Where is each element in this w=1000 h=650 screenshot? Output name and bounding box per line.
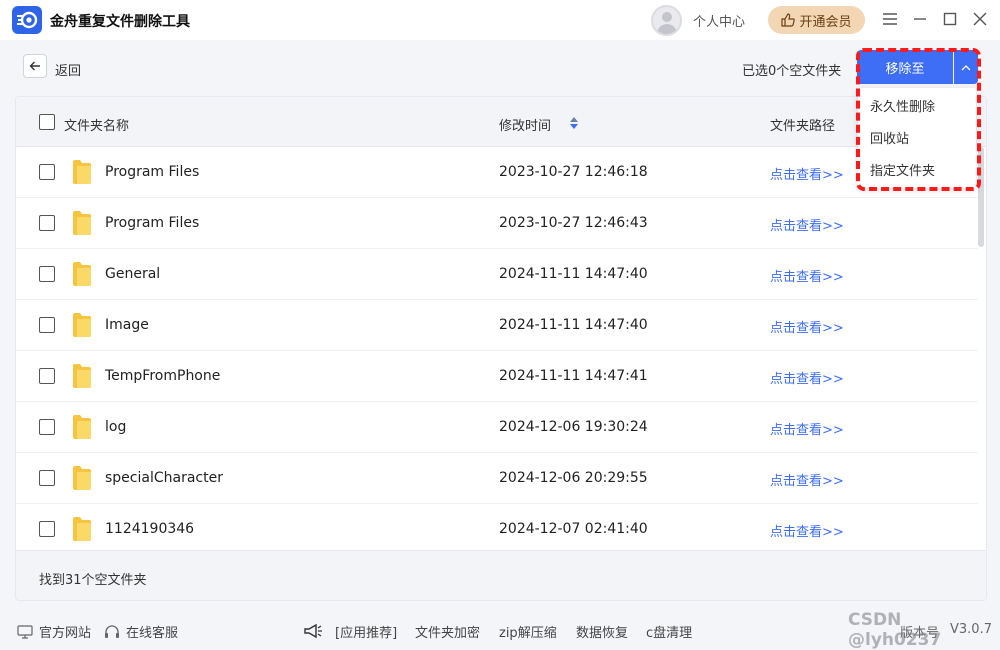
minimize-icon[interactable]: [911, 10, 929, 28]
arrow-left-icon: [29, 61, 40, 71]
link-zip-extract[interactable]: zip解压缩: [499, 622, 557, 641]
back-button[interactable]: [23, 54, 47, 78]
chevron-up-icon: [961, 64, 971, 70]
folder-icon: [73, 313, 91, 337]
view-path-link[interactable]: 点击查看>>: [770, 317, 844, 336]
table-row[interactable]: 1124190346 2024-12-07 02:41:40 点击查看>>: [16, 504, 978, 555]
modified-time: 2024-11-11 14:47:41: [499, 368, 648, 384]
table-row[interactable]: TempFromPhone 2024-11-11 14:47:41 点击查看>>: [16, 351, 978, 402]
folder-icon: [73, 517, 91, 541]
menu-item-permanent-delete[interactable]: 永久性删除: [870, 96, 935, 115]
view-path-link[interactable]: 点击查看>>: [770, 164, 844, 183]
back-label[interactable]: 返回: [55, 60, 81, 79]
menu-item-specified-folder[interactable]: 指定文件夹: [870, 160, 935, 179]
folder-name: Program Files: [105, 164, 200, 180]
view-path-link[interactable]: 点击查看>>: [770, 266, 844, 285]
online-service-link[interactable]: 在线客服: [104, 622, 178, 641]
modified-time: 2024-11-11 14:47:40: [499, 317, 648, 333]
folder-icon: [73, 160, 91, 184]
folder-name: Image: [105, 317, 149, 333]
table-row[interactable]: specialCharacter 2024-12-06 20:29:55 点击查看>…: [16, 453, 978, 504]
close-icon[interactable]: [971, 10, 989, 28]
table-footer: 找到31个空文件夹: [16, 550, 986, 600]
folder-icon: [73, 415, 91, 439]
menu-icon[interactable]: [881, 10, 899, 28]
app-logo-icon: [12, 6, 42, 34]
folder-name: Program Files: [105, 215, 200, 231]
link-c-drive-cleanup[interactable]: c盘清理: [646, 622, 692, 641]
column-header-name: 文件夹名称: [64, 119, 130, 134]
row-checkbox[interactable]: [39, 215, 55, 231]
column-header-mtime[interactable]: 修改时间: [499, 115, 551, 134]
view-path-link[interactable]: 点击查看>>: [770, 215, 844, 234]
maximize-icon[interactable]: [941, 10, 959, 28]
found-count: 找到31个空文件夹: [39, 573, 147, 588]
move-to-button[interactable]: 移除至: [857, 50, 953, 84]
move-to-dropdown-toggle[interactable]: [954, 50, 978, 84]
modified-time: 2023-10-27 12:46:43: [499, 215, 648, 231]
link-data-recovery[interactable]: 数据恢复: [576, 622, 628, 641]
link-folder-encrypt[interactable]: 文件夹加密: [415, 622, 480, 641]
user-center-link[interactable]: 个人中心: [693, 11, 745, 30]
view-path-link[interactable]: 点击查看>>: [770, 368, 844, 387]
thumbs-up-icon: [781, 13, 796, 27]
folder-icon: [73, 364, 91, 388]
table-row[interactable]: General 2024-11-11 14:47:40 点击查看>>: [16, 249, 978, 300]
app-title: 金舟重复文件删除工具: [50, 14, 190, 30]
folder-name: log: [105, 419, 127, 435]
official-site-link[interactable]: 官方网站: [17, 622, 91, 641]
row-checkbox[interactable]: [39, 368, 55, 384]
folder-name: TempFromPhone: [105, 368, 221, 384]
folder-name: General: [105, 266, 161, 282]
monitor-icon: [17, 624, 33, 639]
folder-icon: [73, 262, 91, 286]
view-path-link[interactable]: 点击查看>>: [770, 521, 844, 540]
online-service-label: 在线客服: [126, 626, 179, 641]
megaphone-icon: [304, 623, 322, 639]
app-recommend-label: [应用推荐]: [335, 626, 398, 641]
watermark: CSDN @lyh0237: [848, 610, 942, 650]
sort-icon[interactable]: [569, 115, 579, 131]
row-checkbox[interactable]: [39, 521, 55, 537]
table-row[interactable]: Program Files 2023-10-27 12:46:43 点击查看>>: [16, 198, 978, 249]
view-path-link[interactable]: 点击查看>>: [770, 470, 844, 489]
selected-count: 已选0个空文件夹: [742, 64, 842, 79]
row-checkbox[interactable]: [39, 164, 55, 180]
modified-time: 2024-11-11 14:47:40: [499, 266, 648, 282]
title-bar: 金舟重复文件删除工具 个人中心 开通会员: [0, 0, 1000, 40]
move-to-dropdown-menu: 永久性删除 回收站 指定文件夹: [858, 88, 976, 188]
avatar[interactable]: [651, 5, 682, 36]
modified-time: 2024-12-06 20:29:55: [499, 470, 648, 486]
folder-name: specialCharacter: [105, 470, 223, 486]
folder-name: 1124190346: [105, 521, 195, 537]
table-row[interactable]: Image 2024-11-11 14:47:40 点击查看>>: [16, 300, 978, 351]
view-path-link[interactable]: 点击查看>>: [770, 419, 844, 438]
vip-button[interactable]: 开通会员: [768, 6, 865, 34]
vip-button-label: 开通会员: [799, 14, 852, 30]
scrollbar[interactable]: [978, 147, 984, 247]
row-checkbox[interactable]: [39, 266, 55, 282]
table-row[interactable]: log 2024-12-06 19:30:24 点击查看>>: [16, 402, 978, 453]
folder-icon: [73, 211, 91, 235]
modified-time: 2023-10-27 12:46:18: [499, 164, 648, 180]
folder-icon: [73, 466, 91, 490]
row-checkbox[interactable]: [39, 470, 55, 486]
row-checkbox[interactable]: [39, 317, 55, 333]
select-all-checkbox[interactable]: [39, 114, 55, 130]
table-header: 文件夹名称 修改时间 文件夹路径: [16, 97, 986, 147]
row-checkbox[interactable]: [39, 419, 55, 435]
folder-table: 文件夹名称 修改时间 文件夹路径 Program Files 2023-10-27…: [15, 96, 987, 601]
table-row[interactable]: Program Files 2023-10-27 12:46:18 点击查看>>: [16, 147, 978, 198]
modified-time: 2024-12-06 19:30:24: [499, 419, 648, 435]
modified-time: 2024-12-07 02:41:40: [499, 521, 648, 537]
menu-item-recycle-bin[interactable]: 回收站: [870, 128, 909, 147]
headset-icon: [105, 624, 119, 638]
column-header-path: 文件夹路径: [770, 119, 836, 134]
official-site-label: 官方网站: [39, 626, 92, 641]
